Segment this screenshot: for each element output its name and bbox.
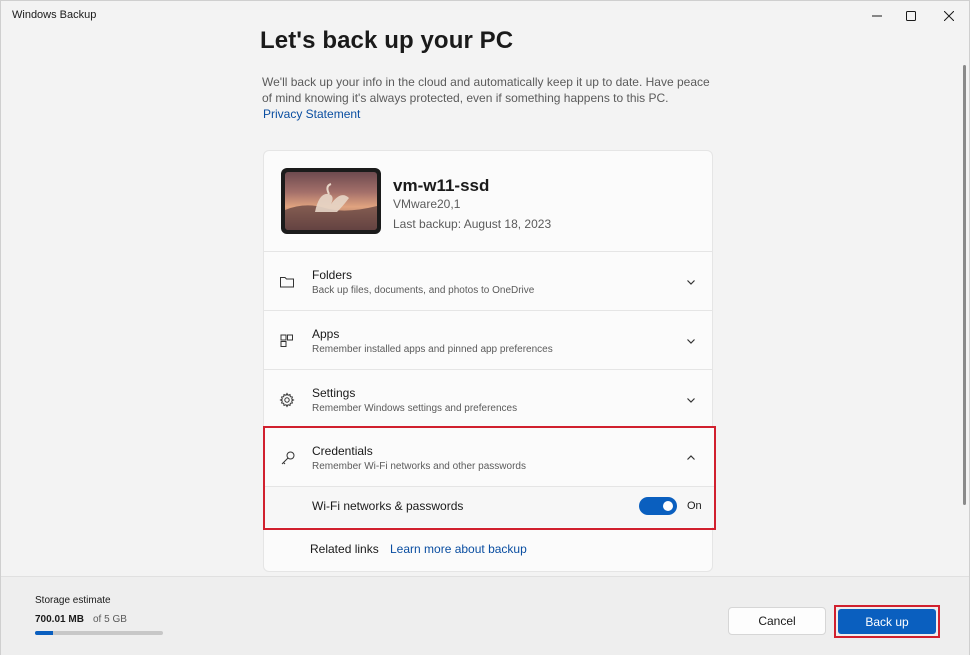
wifi-credentials-row: Wi-Fi networks & passwords On — [265, 487, 714, 527]
back-up-button[interactable]: Back up — [838, 609, 936, 634]
chevron-down-icon[interactable] — [685, 335, 697, 347]
cancel-button[interactable]: Cancel — [728, 607, 826, 635]
device-name: vm-w11-ssd — [393, 176, 490, 195]
storage-estimate-label: Storage estimate — [35, 595, 111, 606]
section-title: Apps — [312, 327, 340, 341]
wifi-credentials-toggle[interactable] — [639, 497, 677, 515]
section-apps[interactable]: Apps Remember installed apps and pinned … — [264, 311, 712, 370]
page-description: We'll back up your info in the cloud and… — [262, 75, 710, 105]
apps-icon — [280, 334, 293, 347]
section-title: Settings — [312, 386, 356, 400]
chevron-down-icon[interactable] — [685, 276, 697, 288]
credentials-highlight: Credentials Remember Wi-Fi networks and … — [263, 426, 716, 530]
section-credentials[interactable]: Credentials Remember Wi-Fi networks and … — [265, 428, 714, 487]
gear-icon — [279, 392, 295, 408]
device-model: VMware20,1 — [393, 197, 461, 211]
section-subtitle: Remember installed apps and pinned app p… — [312, 344, 553, 355]
storage-used-value: 700.01 MB — [35, 614, 84, 625]
minimize-icon — [872, 15, 882, 17]
footer-bar: Storage estimate 700.01 MB of 5 GB Cance… — [1, 576, 969, 655]
storage-total-value: of 5 GB — [93, 614, 127, 625]
chevron-up-icon[interactable] — [685, 452, 697, 464]
folder-icon — [280, 277, 294, 288]
section-settings[interactable]: Settings Remember Windows settings and p… — [264, 370, 712, 429]
device-thumbnail — [281, 168, 381, 234]
chevron-down-icon[interactable] — [685, 394, 697, 406]
windows-backup-window: Windows Backup Let's back up your PC We'… — [0, 0, 970, 655]
storage-progress-bar — [35, 631, 163, 635]
learn-more-backup-link[interactable]: Learn more about backup — [390, 542, 527, 556]
section-subtitle: Remember Wi-Fi networks and other passwo… — [312, 461, 526, 472]
wifi-credentials-label: Wi-Fi networks & passwords — [312, 499, 464, 513]
section-subtitle: Back up files, documents, and photos to … — [312, 285, 535, 296]
backup-button-highlight: Back up — [834, 605, 940, 638]
scrollbar[interactable] — [963, 65, 966, 505]
maximize-button[interactable] — [893, 1, 929, 31]
close-icon — [944, 11, 954, 21]
toggle-state-label: On — [687, 500, 702, 512]
minimize-button[interactable] — [859, 1, 895, 31]
wallpaper-image — [285, 172, 377, 230]
privacy-statement-link[interactable]: Privacy Statement — [263, 107, 360, 121]
related-links-label: Related links — [310, 542, 379, 556]
section-folders[interactable]: Folders Back up files, documents, and ph… — [264, 252, 712, 311]
last-backup-date: Last backup: August 18, 2023 — [393, 217, 552, 231]
maximize-icon — [906, 11, 916, 21]
app-title: Windows Backup — [12, 9, 97, 21]
key-icon — [281, 451, 295, 465]
section-subtitle: Remember Windows settings and preference… — [312, 403, 518, 414]
device-summary: vm-w11-ssd VMware20,1 Last backup: Augus… — [264, 151, 712, 252]
storage-progress-fill — [35, 631, 53, 635]
section-title: Folders — [312, 268, 353, 282]
close-button[interactable] — [931, 1, 967, 31]
page-title: Let's back up your PC — [260, 27, 514, 54]
section-title: Credentials — [312, 444, 373, 458]
